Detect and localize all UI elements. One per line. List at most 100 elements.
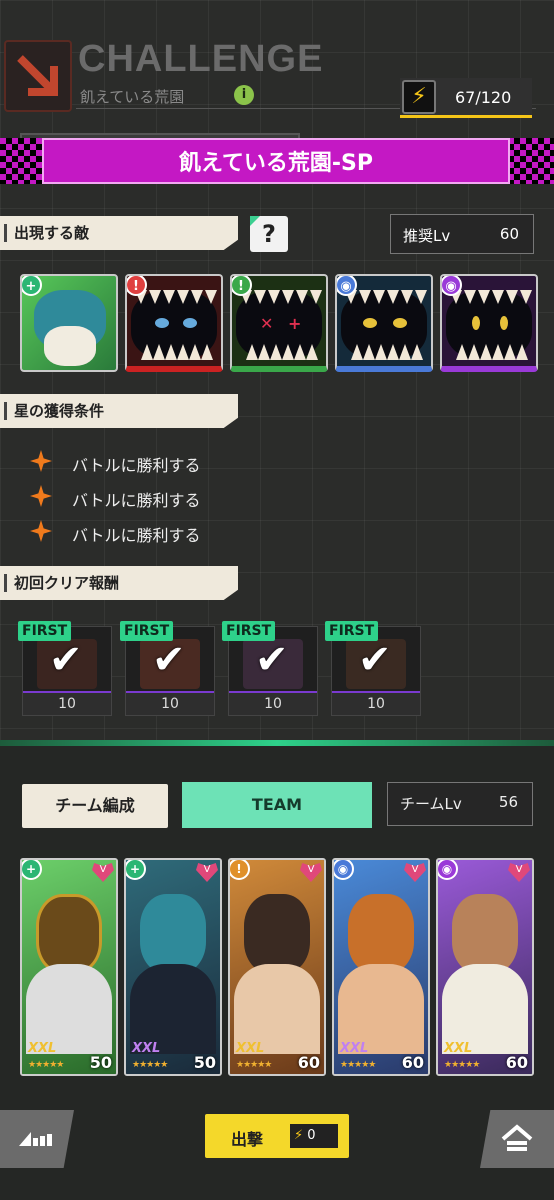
monster-tooth <box>165 344 177 360</box>
condition-item: バトルに勝利する <box>72 526 201 545</box>
monster-tooth <box>177 344 189 360</box>
monster-tooth <box>492 290 504 304</box>
stars-icon: ★★★★★ <box>340 1060 376 1070</box>
team-level-label: チームLv <box>400 795 462 813</box>
check-icon: ✔ <box>255 637 289 683</box>
monster-eye <box>363 318 377 328</box>
monster-tooth <box>177 290 189 304</box>
type-icon: + <box>126 860 146 880</box>
monster-tooth <box>201 344 213 360</box>
stamina-value: 67/120 <box>455 88 512 107</box>
monster-tooth <box>205 290 217 304</box>
monster-tooth <box>270 344 282 360</box>
monster-tooth <box>268 290 280 304</box>
character-portrait <box>244 894 310 974</box>
monster-tooth <box>411 344 423 360</box>
enemy-card[interactable]: ◉ <box>440 274 538 372</box>
team-member-card[interactable]: + V XXL ★★★★★ 50 <box>124 858 222 1076</box>
monster-tooth <box>246 344 258 360</box>
rewards-section-label: 初回クリア報酬 <box>0 566 238 600</box>
monster-tooth <box>189 344 201 360</box>
member-level: 60 <box>401 1053 424 1072</box>
monster-eye: ✕ <box>260 314 274 333</box>
team-edit-button[interactable]: チーム編成 <box>22 784 168 828</box>
info-icon[interactable]: i <box>234 85 254 105</box>
type-icon: ◉ <box>442 276 462 296</box>
sortie-label: 出撃 <box>231 1130 264 1149</box>
enemy-portrait-muzzle <box>44 326 96 366</box>
monster-tooth <box>401 290 413 304</box>
rank-badge: XXL <box>132 1041 161 1056</box>
team-member-card[interactable]: ◉ V XXL ★★★★★ 60 <box>436 858 534 1076</box>
rank-badge: XXL <box>236 1041 265 1056</box>
monster-eye: + <box>288 314 302 333</box>
monster-tooth <box>282 344 294 360</box>
monster-tooth <box>294 344 306 360</box>
stars-icon: ★★★★★ <box>236 1060 272 1070</box>
monster-tooth <box>387 290 399 304</box>
monster-tooth <box>282 290 294 304</box>
monster-tooth <box>464 290 476 304</box>
monster-tooth <box>163 290 175 304</box>
type-icon: + <box>22 276 42 296</box>
team-name-button[interactable]: TEAM <box>182 782 372 828</box>
rank-badge: XXL <box>28 1041 57 1056</box>
monster-eye <box>183 318 197 328</box>
type-icon: ◉ <box>337 276 357 296</box>
character-portrait <box>452 894 518 974</box>
monster-tooth <box>520 290 532 304</box>
monster-tooth <box>149 290 161 304</box>
enemy-card[interactable]: ✕ + ! <box>230 274 328 372</box>
type-icon: ! <box>127 276 147 296</box>
checker-flag-left <box>0 138 46 184</box>
monster-eye <box>472 316 480 330</box>
monster-tooth <box>415 290 427 304</box>
back-button[interactable] <box>0 1110 74 1168</box>
lightning-icon: ⚡ <box>402 80 436 114</box>
challenge-arrow-icon <box>4 40 72 112</box>
first-badge: FIRST <box>325 621 379 641</box>
team-member-card[interactable]: ◉ V XXL ★★★★★ 60 <box>332 858 430 1076</box>
monster-tooth <box>306 344 318 360</box>
back-icon <box>19 1132 52 1146</box>
home-button[interactable] <box>480 1110 554 1168</box>
check-icon: ✔ <box>152 637 186 683</box>
sortie-cost: ⚡ 0 <box>290 1124 338 1148</box>
monster-tooth <box>504 344 516 360</box>
monster-tooth <box>375 344 387 360</box>
monster-tooth <box>516 344 528 360</box>
sortie-cost-value: 0 <box>307 1128 316 1143</box>
monster-tooth <box>191 290 203 304</box>
member-level: 60 <box>297 1053 320 1072</box>
type-icon: + <box>22 860 42 880</box>
monster-tooth <box>478 290 490 304</box>
monster-tooth <box>506 290 518 304</box>
rank-badge: XXL <box>340 1041 369 1056</box>
monster-tooth <box>351 344 363 360</box>
type-icon: ◉ <box>334 860 354 880</box>
rank-badge: XXL <box>444 1041 473 1056</box>
recommended-level-label: 推奨Lv <box>403 227 451 245</box>
first-badge: FIRST <box>120 621 174 641</box>
enemy-card[interactable]: ◉ <box>335 274 433 372</box>
enemy-help-button[interactable]: ? <box>250 216 288 252</box>
monster-tooth <box>359 290 371 304</box>
monster-tooth <box>480 344 492 360</box>
type-icon: ! <box>230 860 250 880</box>
stage-name-banner: 飢えている荒園-SP <box>42 138 510 184</box>
star-icon <box>30 450 52 472</box>
monster-eye <box>393 318 407 328</box>
page-title: CHALLENGE <box>78 38 324 80</box>
character-portrait <box>348 894 414 974</box>
enemy-card[interactable]: ! <box>125 274 223 372</box>
team-member-card[interactable]: ! V XXL ★★★★★ 60 <box>228 858 326 1076</box>
monster-tooth <box>456 344 468 360</box>
character-portrait <box>140 894 206 974</box>
team-member-card[interactable]: + V XXL ★★★★★ 50 <box>20 858 118 1076</box>
stage-area-name: 飢えている荒園 <box>80 88 185 106</box>
enemies-section-label: 出現する敵 <box>0 216 238 250</box>
enemy-card[interactable]: + <box>20 274 118 372</box>
team-level-value: 56 <box>498 793 518 811</box>
member-level: 50 <box>89 1053 112 1072</box>
first-badge: FIRST <box>18 621 72 641</box>
